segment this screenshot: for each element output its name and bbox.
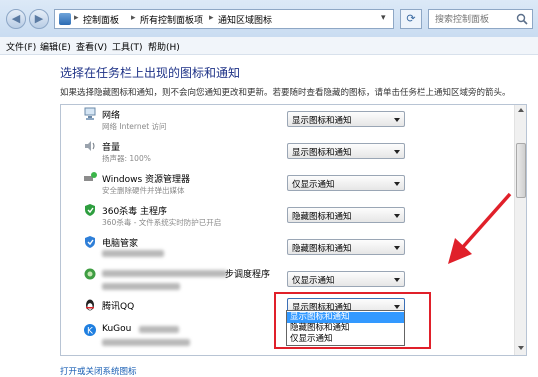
search-input[interactable] [433, 11, 517, 29]
item-name: 电脑管家 [102, 239, 139, 249]
search-icon[interactable] [516, 13, 528, 25]
dropdown-arrow-icon [394, 278, 400, 282]
item-description: 360杀毒 - 文件系统实时防护已开启 [102, 218, 222, 227]
back-button[interactable]: ◀ [6, 9, 26, 29]
control-panel-icon [59, 13, 71, 25]
behavior-select-scheduler[interactable]: 仅显示通知 [287, 271, 405, 287]
breadcrumb-separator-icon: ▸ [131, 13, 136, 23]
blurred-description [102, 283, 180, 290]
scrollbar-thumb[interactable] [516, 143, 526, 198]
blurred-app-name [102, 270, 227, 277]
dropdown-arrow-icon [394, 182, 400, 186]
behavior-value: 显示图标和通知 [292, 148, 352, 158]
address-bar[interactable]: ▸ 控制面板 ▸ 所有控制面板项 ▸ 通知区域图标 ▾ [54, 9, 394, 29]
forward-button[interactable]: ▶ [29, 9, 49, 29]
behavior-select-explorer[interactable]: 仅显示通知 [287, 175, 405, 191]
dropdown-arrow-icon [394, 214, 400, 218]
address-bar-area: ◀ ▶ ▸ 控制面板 ▸ 所有控制面板项 ▸ 通知区域图标 ▾ ⟳ [0, 0, 538, 37]
item-name: 音量 [102, 143, 121, 153]
blurred-description [102, 250, 164, 257]
menu-bar: 文件(F) 编辑(E) 查看(V) 工具(T) 帮助(H) [0, 37, 538, 55]
breadcrumb-separator-icon: ▸ [209, 13, 214, 23]
item-name: 步调度程序 [225, 270, 271, 280]
menu-tools[interactable]: 工具(T) [112, 40, 143, 53]
page-description: 如果选择隐藏图标和通知，则不会向您通知更改和更新。若要随时查看隐藏的图标，请单击… [60, 88, 511, 98]
menu-edit[interactable]: 编辑(E) [40, 40, 71, 53]
item-name: 网络 [102, 111, 121, 121]
dropdown-arrow-icon [394, 118, 400, 122]
behavior-value: 显示图标和通知 [292, 116, 352, 126]
item-name: Windows 资源管理器 [102, 175, 191, 185]
refresh-button[interactable]: ⟳ [400, 9, 422, 29]
menu-view[interactable]: 查看(V) [76, 40, 107, 53]
qq-penguin-icon [86, 299, 94, 311]
network-icon [84, 107, 96, 120]
blurred-description [102, 339, 190, 346]
blurred-text [139, 326, 179, 333]
speaker-icon [85, 141, 95, 151]
behavior-value: 仅显示通知 [292, 180, 335, 190]
item-name: 腾讯QQ [102, 302, 135, 312]
behavior-select-pc-manager[interactable]: 隐藏图标和通知 [287, 239, 405, 255]
menu-file[interactable]: 文件(F) [6, 40, 36, 53]
breadcrumb-item[interactable]: 通知区域图标 [218, 13, 272, 26]
item-name: 360杀毒 主程序 [102, 207, 168, 217]
behavior-select-network[interactable]: 显示图标和通知 [287, 111, 405, 127]
behavior-value: 隐藏图标和通知 [292, 244, 352, 254]
behavior-select-360[interactable]: 隐藏图标和通知 [287, 207, 405, 223]
item-description: 网络 Internet 访问 [102, 122, 167, 131]
list-scrollbar[interactable] [514, 105, 526, 355]
safely-remove-hardware-icon [84, 172, 97, 181]
breadcrumb-item[interactable]: 控制面板 [83, 13, 119, 26]
address-dropdown-icon[interactable]: ▾ [381, 13, 386, 23]
item-name: KuGou [102, 324, 132, 334]
menu-help[interactable]: 帮助(H) [148, 40, 180, 53]
kugou-icon: K [84, 324, 96, 337]
annotation-highlight-box [274, 292, 431, 349]
dropdown-arrow-icon [394, 246, 400, 250]
breadcrumb-separator-icon: ▸ [74, 13, 79, 23]
behavior-select-volume[interactable]: 显示图标和通知 [287, 143, 405, 159]
annotation-arrow-icon [448, 192, 512, 264]
dropdown-arrow-icon [394, 150, 400, 154]
behavior-value: 隐藏图标和通知 [292, 212, 352, 222]
pc-manager-shield-icon [85, 236, 95, 248]
scroll-down-icon[interactable] [518, 346, 524, 350]
toggle-system-icons-link[interactable]: 打开或关闭系统图标 [60, 365, 137, 377]
item-description: 安全删除硬件并弹出媒体 [102, 186, 185, 195]
breadcrumb-item[interactable]: 所有控制面板项 [140, 13, 203, 26]
behavior-value: 仅显示通知 [292, 276, 335, 286]
page-title: 选择在任务栏上出现的图标和通知 [60, 66, 241, 80]
scroll-up-icon[interactable] [518, 108, 524, 112]
antivirus-shield-icon [85, 204, 95, 216]
search-box[interactable] [428, 9, 533, 29]
scheduler-app-icon [84, 268, 96, 280]
item-description: 扬声器: 100% [102, 154, 151, 163]
